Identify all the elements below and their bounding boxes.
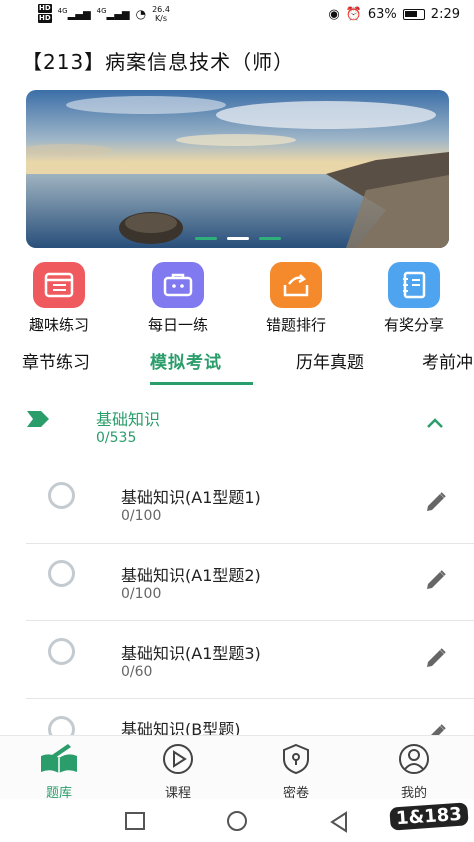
nav-question-bank[interactable]: 题库 (14, 742, 104, 801)
item-count: 0/60 (121, 664, 153, 680)
nav-mine[interactable]: 我的 (369, 742, 459, 801)
list-item[interactable]: 基础知识(A1型题1) 0/100 (0, 466, 474, 544)
lock-icon (283, 743, 309, 775)
bottom-navigation: 题库 课程 密卷 我的 (0, 735, 474, 801)
quick-action-fun-practice[interactable]: 趣味练习 (14, 262, 104, 335)
tab-mock-exam[interactable]: 模拟考试 (150, 348, 222, 373)
battery-percent: 63% (367, 7, 397, 22)
banner-image (26, 90, 449, 248)
recent-apps-icon[interactable] (124, 811, 146, 831)
page-title: 【213】病案信息技术（师） (22, 50, 295, 74)
divider (26, 698, 474, 699)
eye-icon: ◉ (328, 7, 340, 22)
pencil-icon[interactable] (424, 646, 448, 670)
list-item[interactable]: 基础知识(B型题) (0, 700, 474, 735)
item-count: 0/100 (121, 586, 162, 602)
system-navigation: 1&183 (0, 799, 474, 842)
section-count: 0/535 (96, 430, 137, 446)
wifi-icon: ◔ (135, 7, 147, 21)
briefcase-icon (152, 262, 204, 308)
radio-circle[interactable] (48, 638, 75, 665)
carousel-dot[interactable] (194, 237, 217, 240)
pencil-icon[interactable] (424, 722, 448, 735)
active-tab-indicator (150, 382, 253, 385)
item-count: 0/100 (121, 508, 162, 524)
radio-circle[interactable] (48, 716, 75, 735)
item-name: 基础知识(B型题) (121, 720, 241, 735)
item-name: 基础知识(A1型题3) (121, 644, 261, 663)
carousel-dot[interactable] (258, 237, 281, 240)
banner-carousel[interactable] (26, 90, 449, 248)
clock: 2:29 (430, 7, 460, 22)
tab-pre-exam[interactable]: 考前冲 (422, 348, 473, 373)
pencil-icon[interactable] (424, 490, 448, 514)
item-name: 基础知识(A1型题2) (121, 566, 261, 585)
play-icon (163, 744, 193, 774)
calendar-list-icon (33, 262, 85, 308)
tab-past-papers[interactable]: 历年真题 (296, 348, 364, 373)
book-icon (41, 744, 77, 773)
chevron-up-icon[interactable] (425, 416, 445, 430)
nav-courses[interactable]: 课程 (133, 742, 223, 801)
section-title: 基础知识 (96, 410, 161, 429)
carousel-indicator (26, 237, 449, 240)
divider (26, 620, 474, 621)
back-icon[interactable] (328, 811, 350, 833)
list-item[interactable]: 基础知识(A1型题3) 0/60 (0, 622, 474, 700)
status-bar: HD HD 4G▂▄▆ 4G▂▄▆ ◔ 26.4 K/s ◉ ⏰ 63% 2:2… (0, 0, 474, 30)
watermark-logo: 1&183 (389, 802, 469, 831)
tab-bar: 章节练习 模拟考试 历年真题 考前冲 (0, 345, 474, 389)
alarm-icon: ⏰ (345, 7, 362, 22)
box-arrow-icon (270, 262, 322, 308)
signal-icon: 4G▂▄▆ (57, 7, 91, 21)
carousel-dot-active[interactable] (226, 237, 249, 240)
nav-secret-papers[interactable]: 密卷 (251, 742, 341, 801)
list-item[interactable]: 基础知识(A1型题2) 0/100 (0, 544, 474, 622)
user-icon (399, 744, 429, 774)
tab-chapter-practice[interactable]: 章节练习 (22, 348, 90, 373)
radio-circle[interactable] (48, 482, 75, 509)
item-name: 基础知识(A1型题1) (121, 488, 261, 507)
hd-indicator: HD HD (38, 4, 52, 23)
quick-action-daily-practice[interactable]: 每日一练 (133, 262, 223, 335)
quick-action-wrong-ranking[interactable]: 错题排行 (251, 262, 341, 335)
notebook-icon (388, 262, 440, 308)
pencil-icon[interactable] (424, 568, 448, 592)
radio-circle[interactable] (48, 560, 75, 587)
quick-action-share-reward[interactable]: 有奖分享 (369, 262, 459, 335)
home-icon[interactable] (226, 811, 248, 833)
signal-icon-2: 4G▂▄▆ (96, 7, 130, 21)
battery-icon (402, 9, 425, 20)
quick-actions: 趣味练习 每日一练 错题排行 有奖分享 (0, 262, 474, 336)
network-speed: 26.4 K/s (152, 5, 170, 23)
flag-icon (27, 411, 49, 427)
section-header[interactable]: 基础知识 0/535 (0, 398, 474, 454)
